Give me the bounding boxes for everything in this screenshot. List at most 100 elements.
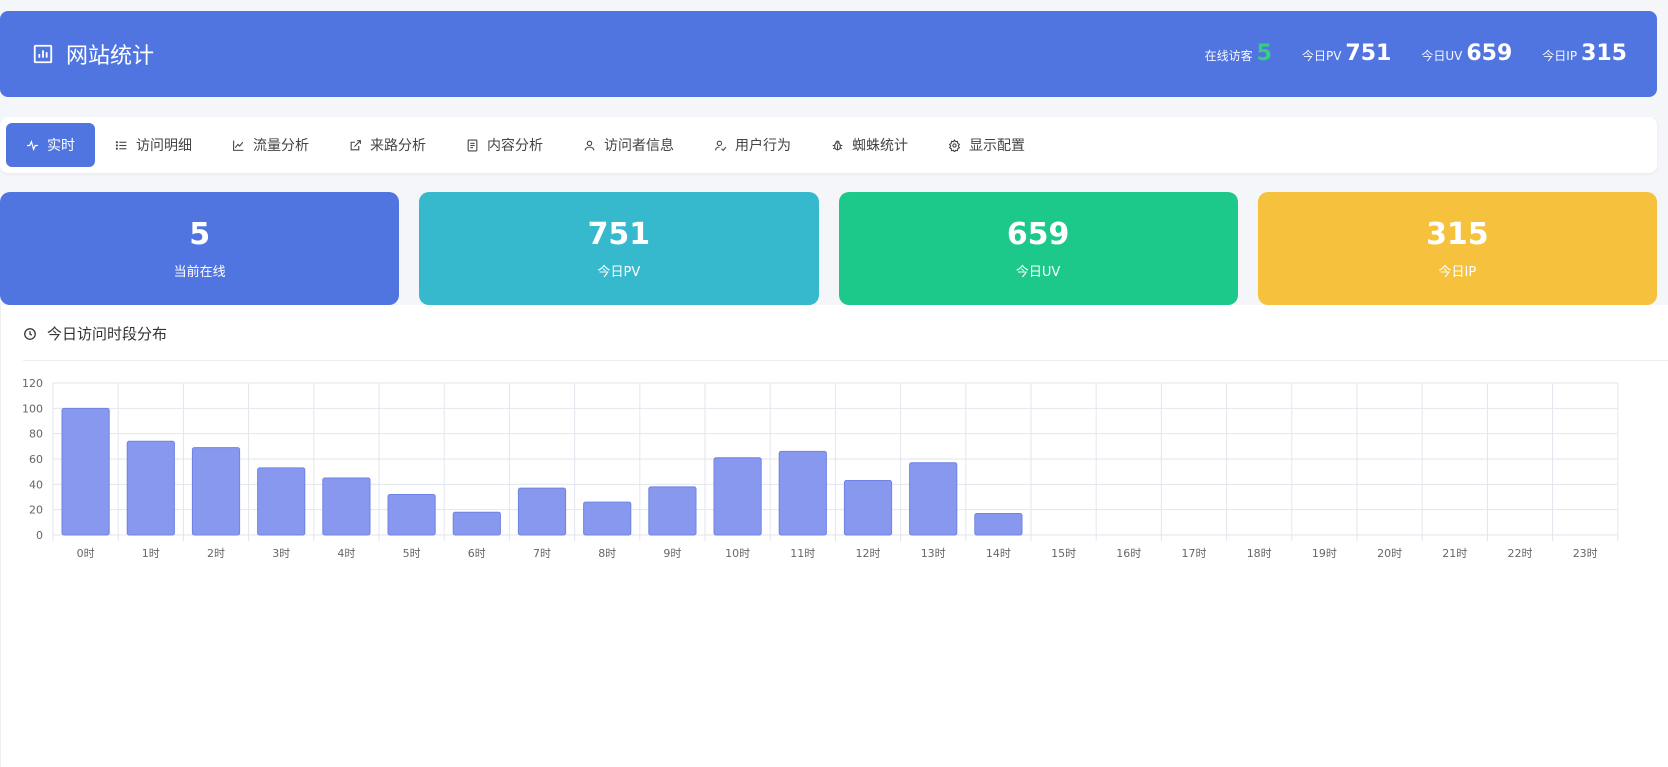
bar xyxy=(126,440,175,536)
tab-content-analysis[interactable]: 内容分析 xyxy=(446,123,563,167)
summary-cards: 5 当前在线 751 今日PV 659 今日UV 315 今日IP xyxy=(0,192,1657,305)
header-stat-value: 315 xyxy=(1581,41,1627,66)
tab-label: 访问者信息 xyxy=(604,138,674,154)
bar-chart-icon xyxy=(33,44,53,64)
x-tick-label: 17时 xyxy=(1182,547,1207,560)
tab-visitor-info[interactable]: 访问者信息 xyxy=(563,123,694,167)
x-tick-label: 23时 xyxy=(1573,547,1598,560)
x-tick-label: 0时 xyxy=(77,547,95,560)
panel-title: 今日访问时段分布 xyxy=(23,323,167,344)
x-tick-label: 12时 xyxy=(856,547,881,560)
y-tick-label: 20 xyxy=(29,504,43,517)
card-label: 今日PV xyxy=(597,265,641,280)
header-stat-pv: 今日PV 751 xyxy=(1302,41,1391,66)
card-pv: 751 今日PV xyxy=(419,192,819,305)
header-stat-ip: 今日IP 315 xyxy=(1542,41,1627,66)
card-label: 当前在线 xyxy=(173,265,226,280)
gear-icon xyxy=(948,138,961,152)
card-ip: 315 今日IP xyxy=(1257,192,1657,305)
bar xyxy=(257,467,306,536)
list-icon xyxy=(115,140,127,150)
x-tick-label: 15时 xyxy=(1051,547,1076,560)
x-tick-label: 10时 xyxy=(725,547,750,560)
x-tick-label: 5时 xyxy=(403,547,421,560)
panel-divider xyxy=(23,360,1668,361)
nav-tabs: 实时 访问明细 流量分析 来路分析 内容分析 访问者信息 用户行为 蜘蛛统计 显… xyxy=(0,117,1657,173)
header-stat-value: 659 xyxy=(1466,41,1513,66)
tab-label: 用户行为 xyxy=(735,138,791,154)
x-tick-label: 9时 xyxy=(663,547,681,560)
tab-referrer-analysis[interactable]: 来路分析 xyxy=(329,123,446,167)
x-tick-label: 19时 xyxy=(1312,547,1337,560)
pulse-icon xyxy=(27,139,38,151)
tab-visit-details[interactable]: 访问明细 xyxy=(95,123,212,167)
x-tick-label: 1时 xyxy=(142,547,160,560)
brand: 网站统计 xyxy=(32,39,154,69)
hourly-bar-chart: 0 20 40 60 80 100 120 0时 1时 2时 3时 4时 5时 6时 7时 8时 9时 10时 11… xyxy=(22,377,1619,560)
x-tick-label: 22时 xyxy=(1508,547,1533,560)
bar xyxy=(713,457,762,536)
user-icon xyxy=(584,140,595,150)
bar xyxy=(191,447,241,536)
bar xyxy=(387,493,436,536)
bar xyxy=(974,512,1023,536)
header-stat-value: 5 xyxy=(1256,41,1272,66)
card-value: 751 xyxy=(587,217,651,252)
x-tick-label: 18时 xyxy=(1247,547,1272,560)
y-tick-label: 0 xyxy=(36,529,43,542)
tab-user-behavior[interactable]: 用户行为 xyxy=(694,123,811,167)
tab-spider-stats[interactable]: 蜘蛛统计 xyxy=(811,123,928,167)
line-chart-icon xyxy=(233,140,244,151)
card-label: 今日IP xyxy=(1438,265,1477,280)
bar xyxy=(648,486,697,536)
header-stat-label: 今日UV xyxy=(1421,49,1463,63)
tab-traffic-analysis[interactable]: 流量分析 xyxy=(212,123,329,167)
header-stat-online: 在线访客 5 xyxy=(1205,41,1272,66)
clock-icon xyxy=(24,327,36,340)
y-tick-label: 100 xyxy=(22,402,43,415)
y-tick-label: 60 xyxy=(29,453,43,466)
panel-title-text: 今日访问时段分布 xyxy=(47,325,168,343)
document-icon xyxy=(467,139,478,151)
bar xyxy=(583,501,632,536)
bar xyxy=(843,480,893,536)
external-link-icon xyxy=(350,139,361,150)
x-tick-label: 8时 xyxy=(598,547,616,560)
card-value: 315 xyxy=(1426,217,1489,252)
card-online: 5 当前在线 xyxy=(0,192,400,305)
tab-realtime[interactable]: 实时 xyxy=(6,123,95,167)
bar xyxy=(778,450,827,536)
header-stat-value: 751 xyxy=(1345,41,1392,66)
x-tick-label: 20时 xyxy=(1377,547,1402,560)
x-tick-label: 11时 xyxy=(790,547,815,560)
header-stat-label: 在线访客 xyxy=(1204,49,1253,63)
x-tick-label: 3时 xyxy=(272,547,290,560)
hourly-distribution-panel: 今日访问时段分布 0 20 40 60 80 100 120 0时 1时 2时 3时 4时 5时 6时 7时… xyxy=(0,305,1668,767)
tab-label: 实时 xyxy=(47,138,75,154)
y-tick-label: 40 xyxy=(29,478,43,491)
x-tick-label: 21时 xyxy=(1442,547,1467,560)
header-stat-label: 今日PV xyxy=(1301,49,1342,63)
card-value: 659 xyxy=(1006,217,1070,252)
x-tick-label: 6时 xyxy=(468,547,486,560)
x-tick-label: 2时 xyxy=(207,547,225,560)
tab-display-settings[interactable]: 显示配置 xyxy=(928,123,1045,167)
card-label: 今日UV xyxy=(1015,265,1061,280)
y-tick-label: 120 xyxy=(22,377,43,390)
bar xyxy=(452,511,501,536)
tab-label: 内容分析 xyxy=(487,138,543,154)
tab-label: 访问明细 xyxy=(136,138,192,154)
x-tick-label: 7时 xyxy=(533,547,551,560)
tab-label: 显示配置 xyxy=(969,138,1025,154)
x-tick-label: 4时 xyxy=(337,547,355,560)
tab-label: 蜘蛛统计 xyxy=(852,138,908,154)
user-check-icon xyxy=(715,140,727,151)
tab-label: 流量分析 xyxy=(253,138,309,154)
app-header: 网站统计 在线访客 5 今日PV 751 今日UV 659 今日IP 315 xyxy=(0,11,1657,97)
header-stats: 在线访客 5 今日PV 751 今日UV 659 今日IP 315 xyxy=(1205,41,1627,75)
x-tick-label: 14时 xyxy=(986,547,1011,560)
tab-label: 来路分析 xyxy=(370,138,426,154)
card-uv: 659 今日UV xyxy=(838,192,1238,305)
bar xyxy=(322,477,371,536)
bar xyxy=(517,487,567,536)
